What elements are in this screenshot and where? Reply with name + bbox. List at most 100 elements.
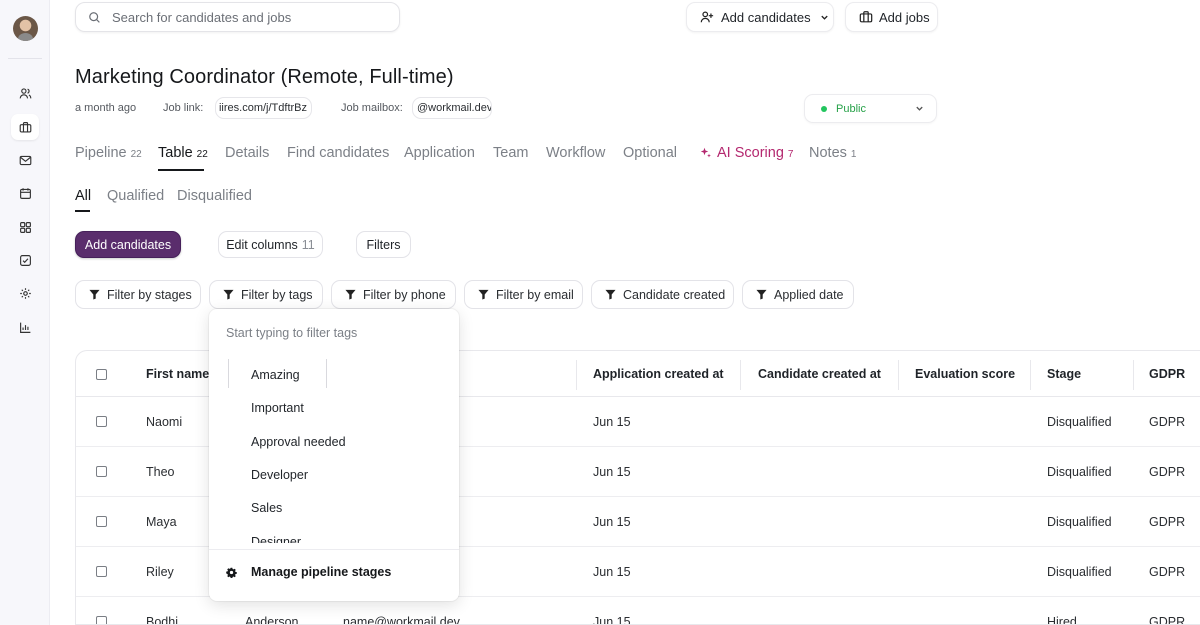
tab-find-candidates[interactable]: Find candidates	[287, 145, 389, 161]
cell-stage: Disqualified	[1047, 415, 1112, 429]
filter-icon	[605, 289, 616, 300]
cell-gdpr: GDPR	[1149, 465, 1186, 479]
cell-first-name: Naomi	[146, 415, 183, 429]
tab-details[interactable]: Details	[225, 145, 269, 161]
add-jobs-label: Add jobs	[879, 9, 930, 25]
cell-stage: Disqualified	[1047, 565, 1112, 579]
add-user-icon	[700, 11, 714, 23]
filter-by-tags[interactable]: Filter by tags	[209, 280, 323, 309]
gear-icon	[226, 567, 237, 578]
cell-applied: Jun 15	[593, 515, 631, 529]
tag-option[interactable]: Important	[251, 401, 304, 415]
filter-icon	[223, 289, 234, 300]
briefcase-icon	[19, 121, 31, 133]
cell-applied: Jun 15	[593, 565, 631, 579]
row-checkbox[interactable]	[96, 616, 107, 624]
users-icon	[19, 87, 31, 98]
filter-by-phone[interactable]: Filter by phone	[331, 280, 456, 309]
sidebar-item-settings[interactable]	[11, 280, 39, 306]
subtab-disqualified[interactable]: Disqualified	[177, 188, 252, 204]
sidebar-item-inbox[interactable]	[11, 147, 39, 173]
visibility-select[interactable]: Public	[804, 94, 937, 123]
filter-applied-date[interactable]: Applied date	[742, 280, 854, 309]
sidebar-item-tasks[interactable]	[11, 247, 39, 273]
row-checkbox[interactable]	[96, 566, 107, 577]
job-mailbox-chip[interactable]: @workmail.dev	[412, 97, 492, 119]
filters-button[interactable]: Filters	[356, 231, 411, 258]
mail-icon	[19, 155, 31, 165]
column-first-name[interactable]: First name	[146, 351, 209, 397]
tag-option[interactable]: Designer	[251, 535, 301, 543]
sidebar-item-jobs[interactable]	[11, 114, 39, 140]
job-posted-time: a month ago	[75, 102, 137, 114]
tag-option[interactable]: Developer	[251, 468, 308, 482]
job-link-chip[interactable]: iires.com/j/TdftrBz	[215, 97, 312, 119]
row-checkbox[interactable]	[96, 416, 107, 427]
tab-application[interactable]: Application	[404, 145, 475, 161]
cell-applied: Jun 15	[593, 615, 631, 625]
visibility-value: Public	[836, 102, 866, 115]
tab-table[interactable]: Table 22	[158, 145, 208, 161]
cell-gdpr: GDPR	[1149, 565, 1186, 579]
filter-icon	[89, 289, 100, 300]
column-stage[interactable]: Stage	[1047, 351, 1081, 397]
row-checkbox[interactable]	[96, 516, 107, 527]
tag-option[interactable]: Amazing	[251, 368, 300, 382]
cell-stage: Disqualified	[1047, 465, 1112, 479]
column-divider	[740, 360, 741, 390]
grid-icon	[19, 221, 31, 233]
add-candidates-dropdown[interactable]: Add candidates	[686, 2, 834, 32]
briefcase-icon	[859, 11, 873, 23]
sidebar-item-reports[interactable]	[11, 314, 39, 340]
filter-icon	[756, 289, 767, 300]
sidebar	[0, 0, 50, 625]
global-search[interactable]	[75, 2, 400, 32]
chevron-down-icon	[916, 106, 923, 111]
edit-columns-button[interactable]: Edit columns 11	[218, 231, 323, 258]
user-avatar[interactable]	[13, 16, 38, 41]
cell-applied: Jun 15	[593, 415, 631, 429]
tab-team[interactable]: Team	[493, 145, 528, 161]
table-row[interactable]: Bodhi Anderson name@workmail.dev Jun 15 …	[76, 597, 1200, 625]
manage-pipeline-stages-button[interactable]: Manage pipeline stages	[226, 565, 391, 579]
tab-optional[interactable]: Optional	[623, 145, 677, 161]
column-gdpr[interactable]: GDPR	[1149, 351, 1185, 397]
cell-first-name: Riley	[146, 565, 174, 579]
sidebar-item-dashboard[interactable]	[11, 214, 39, 240]
add-jobs-button[interactable]: Add jobs	[845, 2, 938, 32]
subtab-all[interactable]: All	[75, 188, 91, 204]
page-title: Marketing Coordinator (Remote, Full-time…	[75, 66, 454, 88]
select-all-cell	[96, 351, 107, 397]
column-evaluation-score[interactable]: Evaluation score	[915, 351, 1015, 397]
row-checkbox[interactable]	[96, 466, 107, 477]
subtab-qualified[interactable]: Qualified	[107, 188, 164, 204]
column-candidate-created[interactable]: Candidate created at	[758, 351, 881, 397]
tag-filter-input[interactable]	[226, 326, 446, 340]
job-link-value: iires.com/j/TdftrBz	[218, 102, 307, 114]
cell-stage: Disqualified	[1047, 515, 1112, 529]
search-input[interactable]	[112, 9, 392, 25]
sidebar-item-candidates[interactable]	[11, 80, 39, 106]
sidebar-divider	[8, 58, 42, 59]
job-link-label: Job link:	[163, 102, 204, 114]
filter-icon	[345, 289, 356, 300]
column-divider	[1133, 360, 1134, 390]
sidebar-item-calendar[interactable]	[11, 180, 39, 206]
column-application-created[interactable]: Application created at	[593, 351, 724, 397]
filter-by-stages[interactable]: Filter by stages	[75, 280, 201, 309]
column-divider	[576, 360, 577, 390]
dropdown-divider	[209, 549, 459, 550]
tab-notes[interactable]: Notes 1	[809, 145, 856, 161]
filter-candidate-created[interactable]: Candidate created	[591, 280, 734, 309]
tab-ai-scoring[interactable]: AI Scoring 7	[700, 145, 793, 161]
filter-by-email[interactable]: Filter by email	[464, 280, 583, 309]
add-candidates-label: Add candidates	[721, 9, 811, 25]
select-all-checkbox[interactable]	[96, 368, 107, 380]
add-candidates-button[interactable]: Add candidates	[75, 231, 181, 258]
tag-option[interactable]: Sales	[251, 501, 282, 515]
tab-workflow[interactable]: Workflow	[546, 145, 605, 161]
tag-option[interactable]: Approval needed	[251, 435, 346, 449]
tab-pipeline[interactable]: Pipeline 22	[75, 145, 142, 161]
column-divider	[898, 360, 899, 390]
chart-icon	[19, 322, 30, 333]
